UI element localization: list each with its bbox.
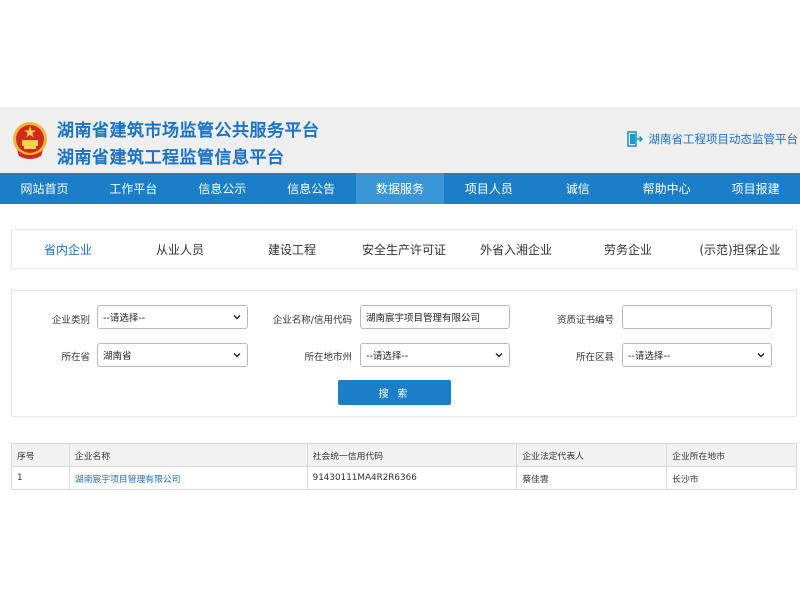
category-tabs: 省内企业 从业人员 建设工程 安全生产许可证 外省入湘企业 劳务企业 (示范)担… <box>11 229 797 269</box>
nav-item-project-personnel[interactable]: 项目人员 <box>444 173 533 204</box>
exit-door-icon <box>626 131 643 147</box>
tab-labor-enterprise[interactable]: 劳务企业 <box>572 241 684 258</box>
tab-practitioners[interactable]: 从业人员 <box>124 241 236 258</box>
tab-guarantee-enterprise[interactable]: (示范)担保企业 <box>684 241 796 258</box>
province-value: 湖南省 <box>103 351 132 362</box>
chevron-down-icon <box>495 353 503 358</box>
enterprise-type-value: --请选择-- <box>103 313 146 324</box>
site-title-primary: 湖南省建筑市场监管公共服务平台 <box>57 121 320 141</box>
national-emblem-icon <box>13 122 47 159</box>
tab-out-province-enterprise[interactable]: 外省入湘企业 <box>460 241 572 258</box>
chevron-down-icon <box>233 353 241 358</box>
enterprise-type-label: 企业类别 <box>51 315 90 326</box>
nav-item-home[interactable]: 网站首页 <box>0 173 89 204</box>
dynamic-monitoring-link-label: 湖南省工程项目动态监管平台 <box>648 132 799 146</box>
enterprise-name-link[interactable]: 湖南宸宇项目管理有限公司 <box>68 466 308 490</box>
cert-number-field[interactable] <box>628 311 771 323</box>
nav-item-credit[interactable]: 诚信 <box>533 173 622 204</box>
cert-number-label: 资质证书编号 <box>556 315 614 326</box>
site-title-secondary: 湖南省建筑工程监管信息平台 <box>57 148 285 168</box>
county-label: 所在区县 <box>575 352 614 363</box>
tab-safety-license[interactable]: 安全生产许可证 <box>348 241 460 258</box>
nav-item-info-notice[interactable]: 信息公告 <box>267 173 356 204</box>
nav-item-project-registration[interactable]: 项目报建 <box>711 173 800 204</box>
cell-credit-code: 91430111MA4R2R6366 <box>306 466 518 490</box>
cell-index: 1 <box>11 466 70 490</box>
cert-number-input[interactable] <box>622 305 772 329</box>
column-header-credit-code: 社会统一信用代码 <box>306 443 518 467</box>
enterprise-name-field[interactable] <box>366 311 509 323</box>
search-button[interactable]: 搜 索 <box>338 380 451 405</box>
nav-item-help-center[interactable]: 帮助中心 <box>622 173 711 204</box>
main-nav: 网站首页 工作平台 信息公示 信息公告 数据服务 项目人员 诚信 帮助中心 项目… <box>0 173 800 204</box>
nav-item-work-platform[interactable]: 工作平台 <box>89 173 178 204</box>
column-header-enterprise-name: 企业名称 <box>68 443 308 467</box>
province-label: 所在省 <box>61 352 90 363</box>
tab-in-province-enterprise[interactable]: 省内企业 <box>12 241 124 258</box>
enterprise-name-input[interactable] <box>360 305 510 329</box>
city-select[interactable]: --请选择-- <box>360 343 510 367</box>
enterprise-type-select[interactable]: --请选择-- <box>97 305 248 329</box>
county-select[interactable]: --请选择-- <box>622 343 772 367</box>
column-header-legal-rep: 企业法定代表人 <box>516 443 668 467</box>
county-value: --请选择-- <box>628 351 671 362</box>
dynamic-monitoring-link[interactable]: 湖南省工程项目动态监管平台 <box>626 131 799 147</box>
enterprise-name-label: 企业名称/信用代码 <box>272 315 352 326</box>
column-header-city: 企业所在地市 <box>666 443 797 467</box>
city-label: 所在地市州 <box>304 352 352 363</box>
tab-construction-projects[interactable]: 建设工程 <box>236 241 348 258</box>
results-table: 序号 企业名称 社会统一信用代码 企业法定代表人 企业所在地市 1 湖南宸宇项目… <box>11 443 797 490</box>
city-value: --请选择-- <box>366 351 409 362</box>
cell-city: 长沙市 <box>666 466 797 490</box>
table-row: 1 湖南宸宇项目管理有限公司 91430111MA4R2R6366 蔡佳雲 长沙… <box>11 466 797 490</box>
nav-item-info-public[interactable]: 信息公示 <box>178 173 267 204</box>
table-header-row: 序号 企业名称 社会统一信用代码 企业法定代表人 企业所在地市 <box>11 443 797 467</box>
cell-legal-rep: 蔡佳雲 <box>516 466 668 490</box>
column-header-index: 序号 <box>11 443 70 467</box>
province-select[interactable]: 湖南省 <box>97 343 248 367</box>
chevron-down-icon <box>233 315 241 320</box>
chevron-down-icon <box>757 353 765 358</box>
page: 湖南省建筑市场监管公共服务平台 湖南省建筑工程监管信息平台 湖南省工程项目动态监… <box>0 0 800 600</box>
nav-item-data-service[interactable]: 数据服务 <box>355 173 445 204</box>
